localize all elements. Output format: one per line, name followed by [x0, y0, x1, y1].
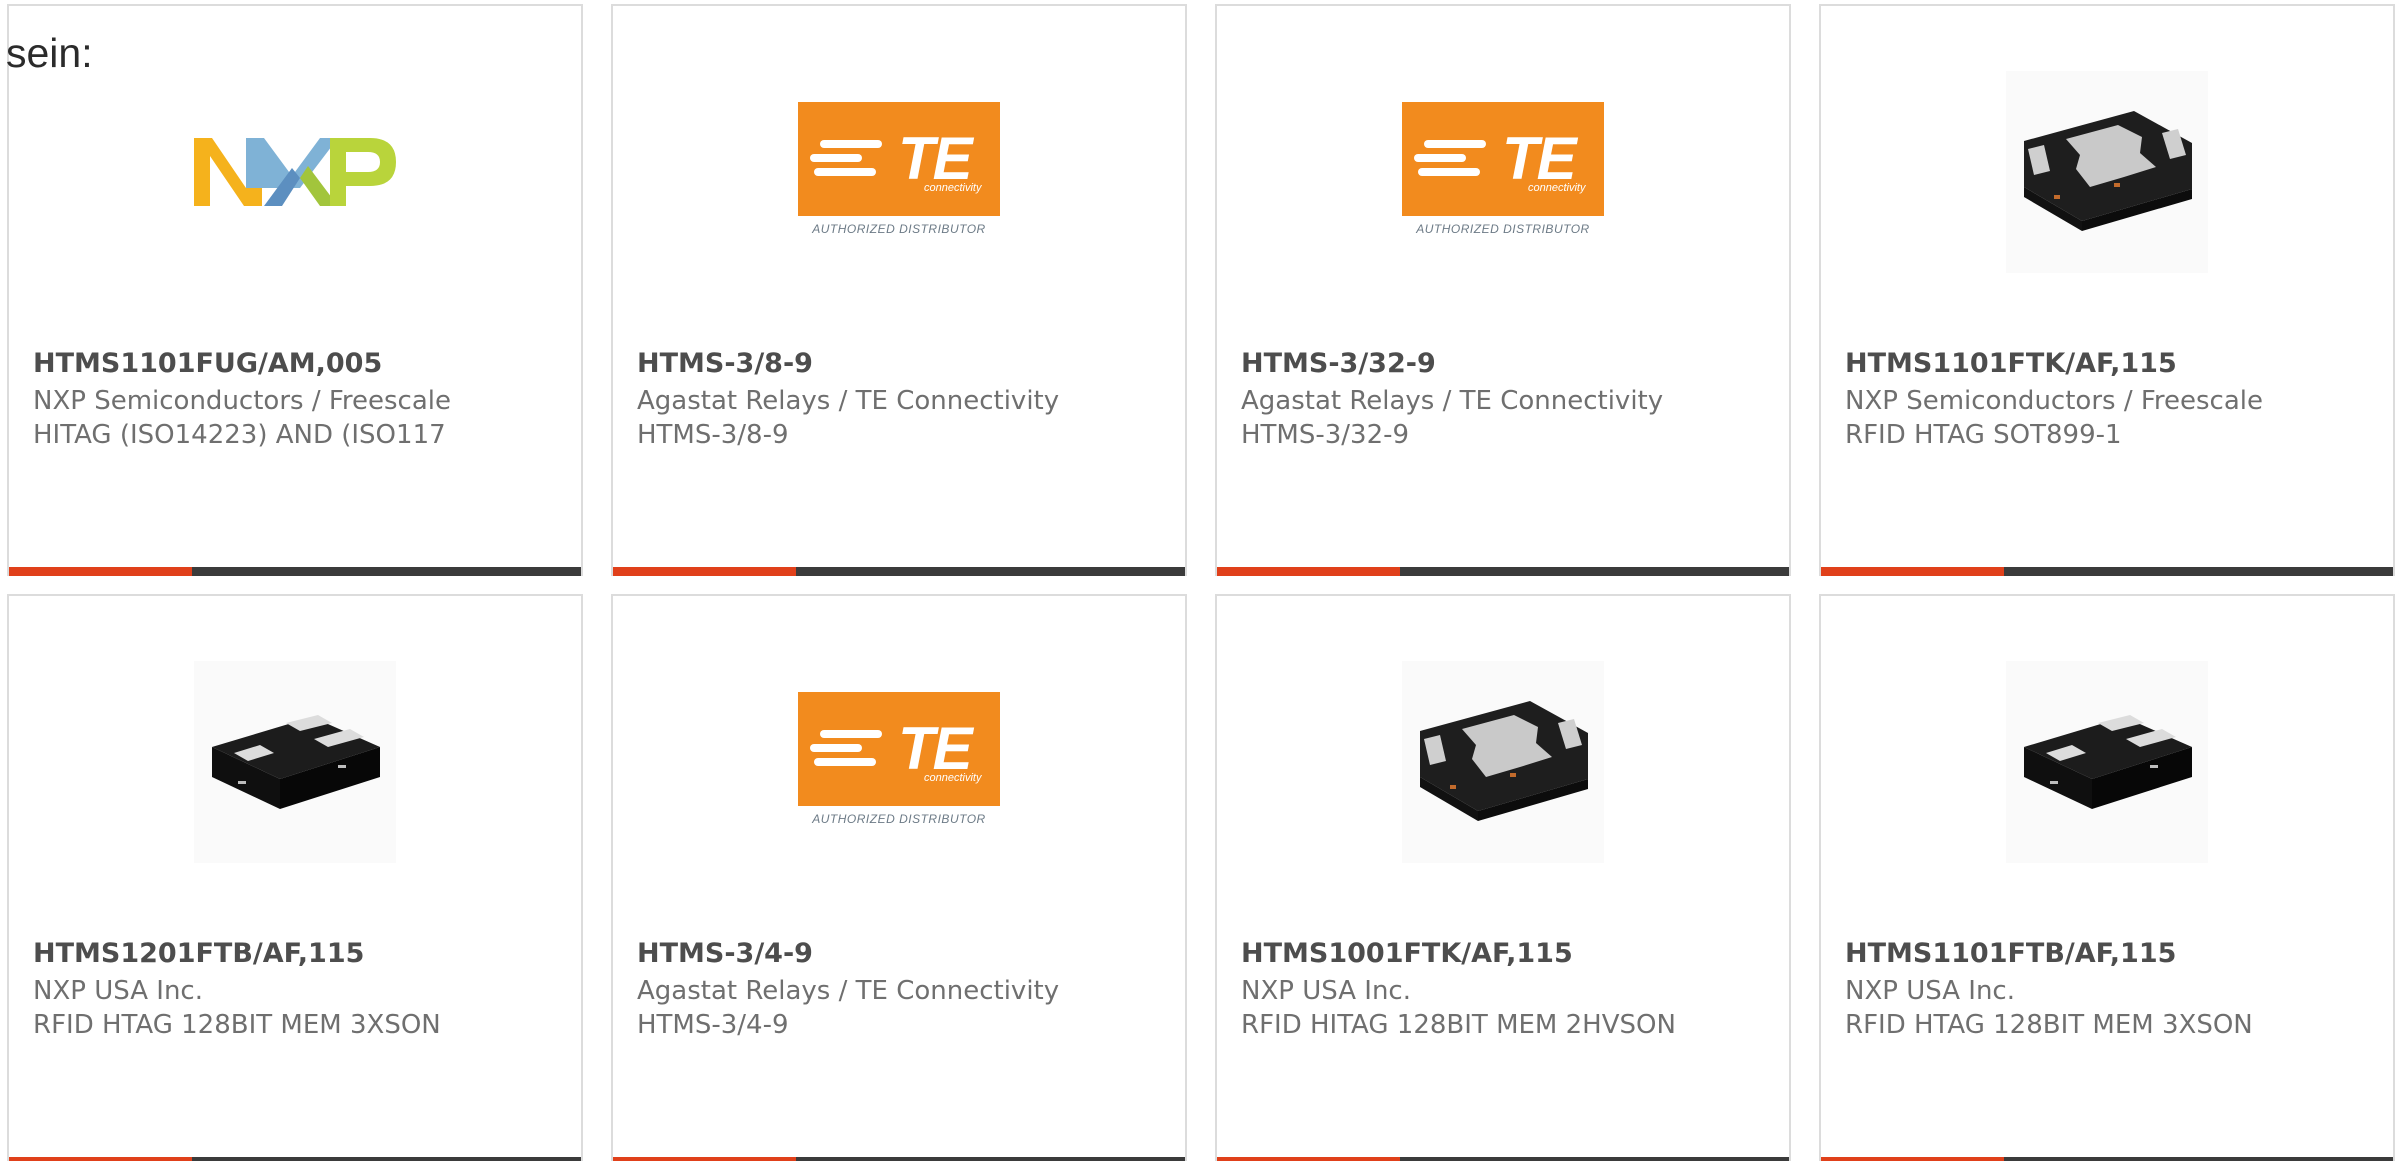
card-footer-accent: [1821, 567, 2004, 576]
card-footer-accent: [613, 567, 796, 576]
product-part-number[interactable]: HTMS1101FTB/AF,115: [1845, 938, 2176, 969]
product-manufacturer: NXP Semiconductors / Freescale: [33, 386, 452, 416]
card-footer-accent: [1821, 1157, 2004, 1161]
product-image[interactable]: [2006, 661, 2208, 863]
product-part-number[interactable]: HTMS1101FTK/AF,115: [1845, 348, 2177, 379]
product-part-number[interactable]: HTMS1101FUG/AM,005: [33, 348, 382, 379]
te-connectivity-logo: TE connectivity AUTHORIZED DISTRIBUTOR: [798, 692, 1000, 832]
product-description: HITAG (ISO14223) AND (ISO117: [33, 420, 446, 450]
product-image[interactable]: [194, 661, 396, 863]
product-part-number[interactable]: HTMS-3/4-9: [637, 938, 813, 969]
product-manufacturer: Agastat Relays / TE Connectivity: [637, 976, 1060, 1006]
product-image[interactable]: [2006, 71, 2208, 273]
product-card[interactable]: TE connectivity AUTHORIZED DISTRIBUTOR HTM…: [611, 4, 1187, 576]
product-part-number[interactable]: HTMS-3/32-9: [1241, 348, 1436, 379]
product-manufacturer: Agastat Relays / TE Connectivity: [637, 386, 1060, 416]
product-image[interactable]: TE connectivity AUTHORIZED DISTRIBUTOR: [1402, 71, 1604, 273]
product-card[interactable]: HTMS1101FTK/AF,115 NXP Semiconductors / …: [1819, 4, 2395, 576]
card-footer-bar: [613, 1157, 1185, 1161]
card-footer-accent: [9, 1157, 192, 1161]
product-image[interactable]: [194, 71, 396, 273]
product-description: RFID HITAG 128BIT MEM 2HVSON: [1241, 1010, 1676, 1040]
chip-package-icon: [1402, 661, 1604, 863]
product-manufacturer: NXP Semiconductors / Freescale: [1845, 386, 2264, 416]
product-description: RFID HTAG SOT899-1: [1845, 420, 2122, 450]
card-footer-bar: [9, 1157, 581, 1161]
chip-package-icon: [2006, 71, 2208, 273]
product-description: HTMS-3/4-9: [637, 1010, 789, 1040]
card-footer-bar: [9, 567, 581, 576]
chip-package-icon: [194, 661, 396, 863]
product-part-number[interactable]: HTMS-3/8-9: [637, 348, 813, 379]
card-footer-accent: [1217, 1157, 1400, 1161]
card-footer-bar: [1217, 1157, 1789, 1161]
product-card[interactable]: HTMS1101FUG/AM,005 NXP Semiconductors / …: [7, 4, 583, 576]
product-description: HTMS-3/8-9: [637, 420, 789, 450]
card-footer-bar: [613, 567, 1185, 576]
card-footer-bar: [1217, 567, 1789, 576]
product-grid: HTMS1101FUG/AM,005 NXP Semiconductors / …: [7, 4, 2400, 1161]
product-card[interactable]: TE connectivity AUTHORIZED DISTRIBUTOR HTM…: [611, 594, 1187, 1161]
product-description: HTMS-3/32-9: [1241, 420, 1410, 450]
product-manufacturer: NXP USA Inc.: [1241, 976, 1411, 1006]
chip-package-icon: [2006, 661, 2208, 863]
card-footer-accent: [1217, 567, 1400, 576]
product-part-number[interactable]: HTMS1201FTB/AF,115: [33, 938, 364, 969]
lead-text: sein:: [6, 30, 93, 76]
product-description: RFID HTAG 128BIT MEM 3XSON: [1845, 1010, 2253, 1040]
product-card[interactable]: HTMS1201FTB/AF,115 NXP USA Inc. RFID HTA…: [7, 594, 583, 1161]
product-card[interactable]: HTMS1001FTK/AF,115 NXP USA Inc. RFID HIT…: [1215, 594, 1791, 1161]
product-image[interactable]: [1402, 661, 1604, 863]
product-manufacturer: Agastat Relays / TE Connectivity: [1241, 386, 1664, 416]
product-manufacturer: NXP USA Inc.: [1845, 976, 2015, 1006]
card-footer-accent: [9, 567, 192, 576]
card-footer-bar: [1821, 567, 2393, 576]
product-image[interactable]: TE connectivity AUTHORIZED DISTRIBUTOR: [798, 661, 1000, 863]
nxp-logo: [194, 138, 396, 206]
te-connectivity-logo: TE connectivity AUTHORIZED DISTRIBUTOR: [798, 102, 1000, 242]
te-connectivity-logo: TE connectivity AUTHORIZED DISTRIBUTOR: [1402, 102, 1604, 242]
product-manufacturer: NXP USA Inc.: [33, 976, 203, 1006]
card-footer-accent: [613, 1157, 796, 1161]
card-footer-bar: [1821, 1157, 2393, 1161]
product-card[interactable]: HTMS1101FTB/AF,115 NXP USA Inc. RFID HTA…: [1819, 594, 2395, 1161]
product-part-number[interactable]: HTMS1001FTK/AF,115: [1241, 938, 1573, 969]
product-card[interactable]: TE connectivity AUTHORIZED DISTRIBUTOR HTM…: [1215, 4, 1791, 576]
product-image[interactable]: TE connectivity AUTHORIZED DISTRIBUTOR: [798, 71, 1000, 273]
product-description: RFID HTAG 128BIT MEM 3XSON: [33, 1010, 441, 1040]
